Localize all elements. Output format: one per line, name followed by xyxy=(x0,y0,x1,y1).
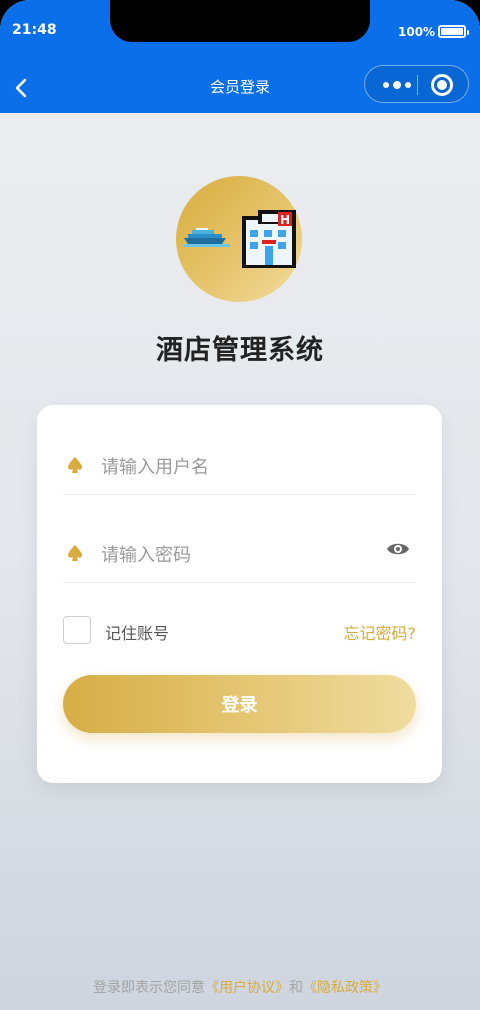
password-field[interactable]: 请输入密码 xyxy=(63,523,416,583)
miniprogram-capsule xyxy=(364,65,469,103)
target-circle-icon[interactable] xyxy=(431,74,453,96)
hotel-icon: H xyxy=(184,210,296,268)
phone-screen: 21:48 100% 会员登录 H 酒店管理系统 请输入用户名 请输入密码 记住… xyxy=(0,0,480,1010)
top-bar: 21:48 100% 会员登录 xyxy=(0,0,480,113)
status-time: 21:48 xyxy=(12,22,57,38)
footer-prefix: 登录即表示您同意 xyxy=(93,980,205,996)
user-agreement-link[interactable]: 《用户协议》 xyxy=(205,980,289,996)
privacy-policy-link[interactable]: 《隐私政策》 xyxy=(303,980,387,996)
battery-icon xyxy=(438,25,469,38)
remember-checkbox[interactable] xyxy=(63,616,91,644)
login-button[interactable]: 登录 xyxy=(63,675,416,733)
username-field[interactable]: 请输入用户名 xyxy=(63,435,416,495)
more-dots-icon[interactable] xyxy=(377,77,417,93)
app-logo: H xyxy=(176,176,302,302)
spade-icon xyxy=(68,545,82,561)
forgot-password-link[interactable]: 忘记密码? xyxy=(344,620,417,644)
battery-percent: 100% xyxy=(398,25,436,39)
login-card: 请输入用户名 请输入密码 记住账号 忘记密码? 登录 xyxy=(37,405,442,783)
app-title: 酒店管理系统 xyxy=(156,335,324,366)
notch xyxy=(110,0,370,42)
svg-text:H: H xyxy=(280,213,290,227)
eye-icon[interactable] xyxy=(386,539,410,559)
remember-label[interactable]: 记住账号 xyxy=(105,620,169,644)
username-placeholder: 请输入用户名 xyxy=(101,457,209,478)
password-placeholder: 请输入密码 xyxy=(101,545,191,566)
spade-icon xyxy=(68,457,82,473)
footer-and: 和 xyxy=(289,980,303,996)
boat-icon xyxy=(184,228,230,247)
footer-agreement: 登录即表示您同意《用户协议》和《隐私政策》 xyxy=(0,977,480,997)
